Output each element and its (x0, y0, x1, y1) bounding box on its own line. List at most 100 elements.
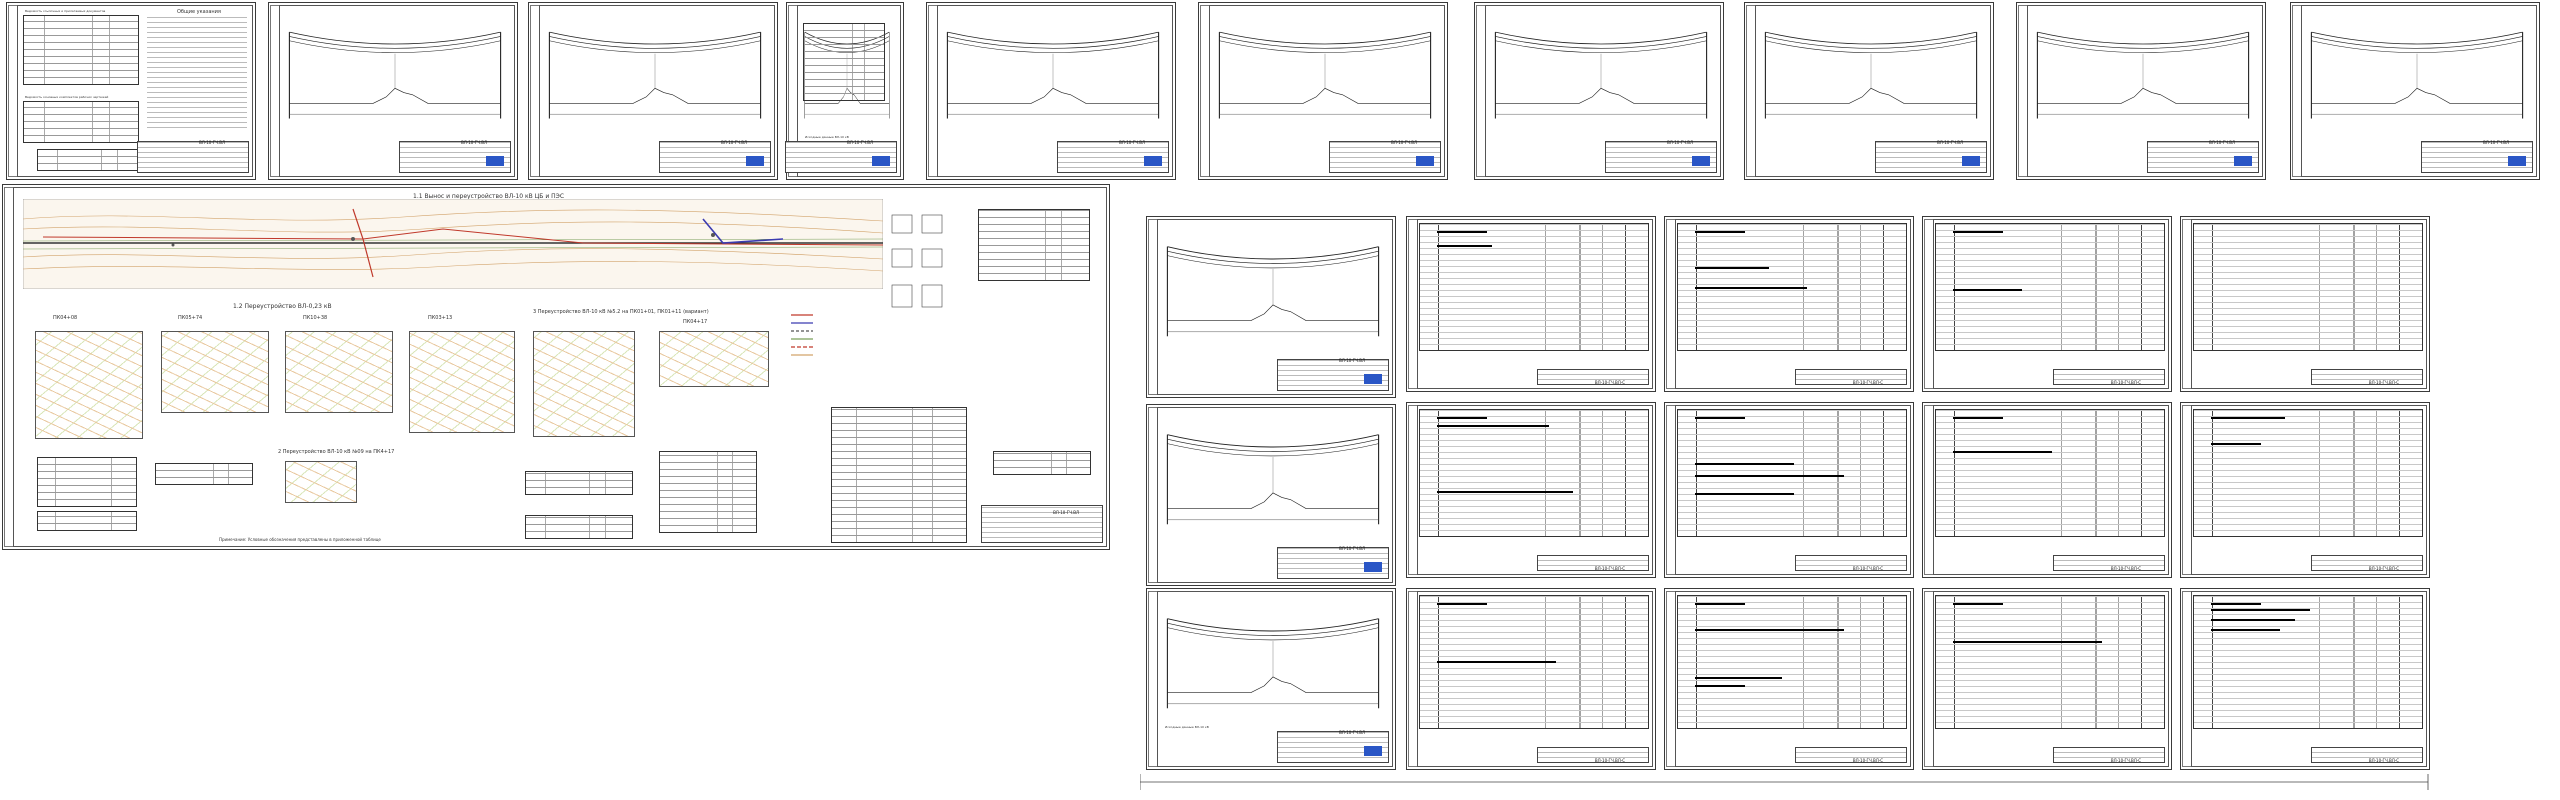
sheet-specification[interactable]: ВЛ-10-ГЧ.ВЛ-С (2180, 216, 2430, 392)
title-block-stamp (1277, 731, 1392, 766)
specification-table (2193, 409, 2423, 537)
section-heading-row (2211, 619, 2296, 621)
sheet-specification[interactable]: ВЛ-10-ГЧ.ВЛ-С (1406, 216, 1656, 392)
route-plan-map (23, 199, 883, 289)
sheet-route-plan[interactable]: 1.1 Вынос и переустройство ВЛ-10 кВ ЦБ и… (2, 184, 1110, 550)
plan-table-h (993, 451, 1091, 475)
drawing-code: ВЛ-10-ГЧ.ВЛ-С (1852, 380, 1883, 385)
drawing-code: ВЛ-10-ГЧ.ВЛ (2209, 140, 2235, 145)
section-heading-row (1695, 287, 1807, 289)
plan-title-3: 3 Переустройство ВЛ-10 кВ №5.2 на ПК01+0… (533, 309, 709, 315)
plan-fragment-6 (659, 331, 769, 387)
drawing-code: ВЛ-10-ГЧ.ВЛ (2483, 140, 2509, 145)
pole-data-table (978, 209, 1090, 281)
sheet-specification[interactable]: ВЛ-10-ГЧ.ВЛ-С (1664, 402, 1914, 578)
table2-title: Ведомость основных комплектов рабочих че… (25, 95, 109, 99)
drawing-code: ВЛ-10-ГЧ.ВЛ (1339, 358, 1365, 363)
logo-icon (1692, 156, 1710, 166)
sheet-specification[interactable]: ВЛ-10-ГЧ.ВЛ-С (2180, 588, 2430, 770)
drawing-code: ВЛ-10-ГЧ.ВЛ-С (2368, 380, 2399, 385)
sheet-line-profile[interactable]: ВЛ-10-ГЧ.ВЛ (926, 2, 1176, 180)
drawing-code: ВЛ-10-ГЧ.ВЛ (1339, 546, 1365, 551)
section-heading-row (1437, 491, 1574, 493)
section-heading-row (1695, 475, 1844, 477)
drawing-code: ВЛ-10-ГЧ.ВЛ (1391, 140, 1417, 145)
drawing-code: ВЛ-10-ГЧ.ВЛ-С (1594, 758, 1625, 763)
initial-data-table (803, 23, 885, 101)
sheet-line-profile[interactable]: ВЛ-10-ГЧ.ВЛ Исходные данные ВЛ-10 кВ (1146, 588, 1396, 770)
profile-caption: Исходные данные ВЛ-10 кВ (1165, 725, 1209, 729)
drawing-code: ВЛ-10-ГЧ.ВЛ (1339, 730, 1365, 735)
plan-title-4: 2 Переустройство ВЛ-10 кВ №09 на ПК4+17 (278, 449, 395, 455)
span-profile-drawing (1166, 434, 1380, 525)
profile-caption: Исходные данные ВЛ-10 кВ (805, 135, 849, 139)
plan-table-d (525, 471, 633, 495)
section-heading-row (1695, 493, 1795, 495)
plan-table-g (831, 407, 967, 543)
sheet-specification[interactable]: ВЛ-10-ГЧ.ВЛ-С (2180, 402, 2430, 578)
sheet-line-profile[interactable]: ВЛ-10-ГЧ.ВЛ Исходные данные ВЛ-10 кВ (785, 2, 904, 180)
signature-table (37, 149, 145, 171)
section-heading-row (1695, 267, 1770, 269)
sheet-specification[interactable]: ВЛ-10-ГЧ.ВЛ-С (1664, 216, 1914, 392)
logo-icon (1364, 562, 1382, 572)
span-profile-drawing (288, 31, 502, 119)
fragment-label-3: ПК10+38 (303, 315, 328, 321)
sheet-line-profile[interactable]: ВЛ-10-ГЧ.ВЛ (2016, 2, 2266, 180)
sheet-line-profile[interactable]: ВЛ-10-ГЧ.ВЛ (1146, 404, 1396, 586)
sheet-specification[interactable]: ВЛ-10-ГЧ.ВЛ-С (1922, 216, 2172, 392)
sheet-line-profile[interactable]: ВЛ-10-ГЧ.ВЛ (528, 2, 778, 180)
sheet-line-profile[interactable]: ВЛ-10-ГЧ.ВЛ (2290, 2, 2540, 180)
drawing-code: ВЛ-10-ГЧ.ВЛ-С (2110, 758, 2141, 763)
section-heading-row (1953, 417, 2003, 419)
sheet-general-notes[interactable]: Ведомость ссылочных и прилагаемых докуме… (6, 2, 256, 180)
section-heading-row (1437, 425, 1549, 427)
sheet-specification[interactable]: ВЛ-10-ГЧ.ВЛ-С (1406, 588, 1656, 770)
section-heading-row (1437, 231, 1487, 233)
title-block-stamp (137, 141, 252, 176)
plan-legend-symbols (891, 214, 943, 308)
fragment-label-4: ПК03+13 (428, 315, 453, 321)
fragment-label-1: ПК04+08 (53, 315, 78, 321)
drawing-code: ВЛ-10-ГЧ.ВЛ (199, 140, 225, 145)
section-heading-row (2211, 417, 2286, 419)
title-block-stamp (981, 505, 1106, 546)
span-profile-drawing (1218, 31, 1432, 119)
specification-table (1935, 223, 2165, 351)
sheet-specification[interactable]: ВЛ-10-ГЧ.ВЛ-С (1664, 588, 1914, 770)
section-heading-row (1953, 289, 2023, 291)
section-heading-row (1437, 661, 1557, 663)
sheet-line-profile[interactable]: ВЛ-10-ГЧ.ВЛ (1474, 2, 1724, 180)
sheet-specification[interactable]: ВЛ-10-ГЧ.ВЛ-С (1922, 588, 2172, 770)
specification-table (1677, 409, 1907, 537)
span-profile-drawing (1764, 31, 1978, 119)
specification-table (1419, 223, 1649, 351)
title-block-stamp (1277, 547, 1392, 582)
logo-icon (2508, 156, 2526, 166)
sheet-line-profile[interactable]: ВЛ-10-ГЧ.ВЛ (1198, 2, 1448, 180)
drawing-code: ВЛ-10-ГЧ.ВЛ (1053, 510, 1079, 515)
logo-icon (746, 156, 764, 166)
sheet-line-profile[interactable]: ВЛ-10-ГЧ.ВЛ (268, 2, 518, 180)
sheet-specification[interactable]: ВЛ-10-ГЧ.ВЛ-С (1922, 402, 2172, 578)
specification-table (1419, 409, 1649, 537)
logo-icon (872, 156, 890, 166)
section-heading-row (1695, 463, 1795, 465)
specification-table (2193, 595, 2423, 729)
section-heading-row (1953, 451, 2053, 453)
sheet-line-profile[interactable]: ВЛ-10-ГЧ.ВЛ (1146, 216, 1396, 398)
sheet-line-profile[interactable]: ВЛ-10-ГЧ.ВЛ (1744, 2, 1994, 180)
title-block-stamp (659, 141, 774, 176)
specification-table (1935, 595, 2165, 729)
logo-icon (1144, 156, 1162, 166)
drawing-code: ВЛ-10-ГЧ.ВЛ (721, 140, 747, 145)
logo-icon (1364, 746, 1382, 756)
sheet-specification[interactable]: ВЛ-10-ГЧ.ВЛ-С (1406, 402, 1656, 578)
logo-icon (1962, 156, 1980, 166)
drawing-code: ВЛ-10-ГЧ.ВЛ (1937, 140, 1963, 145)
drawing-code: ВЛ-10-ГЧ.ВЛ-С (2110, 566, 2141, 571)
fragment-label-5: ПК04+17 (683, 319, 708, 325)
span-profile-drawing (1166, 618, 1380, 709)
title-block-stamp (1875, 141, 1990, 176)
table-title: Ведомость ссылочных и прилагаемых докуме… (25, 9, 106, 13)
